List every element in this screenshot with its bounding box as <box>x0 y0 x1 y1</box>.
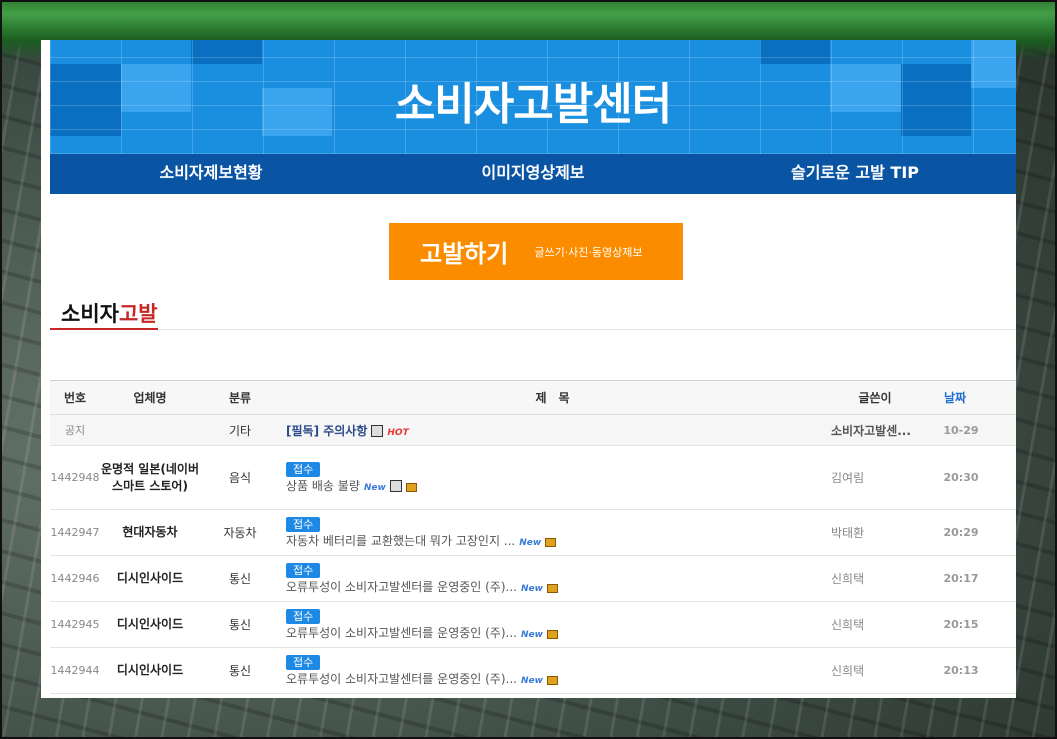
report-button-sub: 글쓰기·사진·동영상제보 <box>534 245 643 259</box>
row-company: 디시인사이드 <box>116 617 184 631</box>
row-writer: 신희택 <box>831 572 865 586</box>
site-banner[interactable]: 소비자고발센터 <box>50 40 1016 154</box>
section-underline <box>50 328 158 330</box>
row-category: 자동차 <box>223 526 257 540</box>
attachment-icon <box>371 425 384 437</box>
report-button[interactable]: 고발하기 글쓰기·사진·동영상제보 <box>389 223 683 280</box>
row-subject[interactable]: 접수오류투성이 소비자고발센터를 운영중인 (주)... New <box>280 654 831 687</box>
new-icon: New <box>520 675 543 686</box>
lock-icon <box>546 629 558 639</box>
row-no: 1442946 <box>50 572 100 585</box>
row-category: 통신 <box>228 572 252 586</box>
new-icon: New <box>520 629 543 640</box>
row-company: 디시인사이드 <box>116 571 184 585</box>
page-container: 소비자고발센터 소비자제보현황 이미지영상제보 슬기로운 고발 TIP 고발하기… <box>41 40 1016 698</box>
header-date[interactable]: 날짜 <box>925 389 985 406</box>
row-category: 기타 <box>228 423 252 438</box>
lock-icon <box>546 675 558 685</box>
row-subject-text[interactable]: 오류투성이 소비자고발센터를 운영중인 (주)... <box>286 672 517 686</box>
header-writer: 글쓴이 <box>858 391 892 405</box>
row-date: 20:17 <box>943 572 979 585</box>
notice-row[interactable]: 공지 기타 [필독] 주의사항 HOT 소비자고발센... 10-29 <box>50 415 1016 446</box>
row-writer: 소비자고발센... <box>831 423 911 438</box>
site-title: 소비자고발센터 <box>394 79 672 130</box>
lock-icon <box>546 583 558 593</box>
section-title-b: 고발 <box>118 302 158 326</box>
row-subject[interactable]: 접수오류투성이 소비자고발센터를 운영중인 (주)... New <box>280 562 831 595</box>
row-subject-text[interactable]: [필독] 주의사항 <box>286 424 367 438</box>
row-no: 1442945 <box>50 618 100 631</box>
row-company: 운명적 일본(네이버 스마트 스토어) <box>101 461 199 493</box>
row-no: 공지 <box>64 424 86 437</box>
row-date: 20:13 <box>943 664 979 677</box>
row-writer: 신희택 <box>831 664 865 678</box>
row-no: 1442947 <box>50 526 100 539</box>
hot-icon: HOT <box>387 427 409 438</box>
main-nav: 소비자제보현황 이미지영상제보 슬기로운 고발 TIP <box>50 154 1016 194</box>
section-title: 소비자고발 <box>61 298 158 328</box>
lock-icon <box>545 537 557 547</box>
row-no: 1442944 <box>50 664 100 677</box>
header-company: 업체명 <box>133 391 167 405</box>
row-subject[interactable]: 접수자동차 베터리를 교환했는대 뭐가 고장인지 ... New <box>280 516 831 549</box>
complaint-table: 번호 업체명 분류 제 목 글쓴이 날짜 공지 기타 [필독] 주의사항 HOT … <box>50 380 1016 694</box>
row-writer: 김여림 <box>831 471 865 485</box>
row-subject[interactable]: [필독] 주의사항 HOT <box>280 422 831 439</box>
row-subject-text[interactable]: 상품 배송 불량 <box>286 479 360 493</box>
report-button-label: 고발하기 <box>420 240 509 268</box>
status-badge: 접수 <box>286 654 321 670</box>
row-subject[interactable]: 접수오류투성이 소비자고발센터를 운영중인 (주)... New <box>280 608 831 641</box>
new-icon: New <box>363 482 386 493</box>
row-date: 20:30 <box>943 471 979 484</box>
table-row[interactable]: 1442948 운명적 일본(네이버 스마트 스토어) 음식 접수상품 배송 불… <box>50 446 1016 510</box>
row-subject-text[interactable]: 자동차 베터리를 교환했는대 뭐가 고장인지 ... <box>286 534 515 548</box>
new-icon: New <box>520 583 543 594</box>
new-icon: New <box>519 537 542 548</box>
row-writer: 신희택 <box>831 618 865 632</box>
table-row[interactable]: 1442945 디시인사이드 통신 접수오류투성이 소비자고발센터를 운영중인 … <box>50 602 1016 648</box>
status-badge: 접수 <box>286 516 321 532</box>
table-row[interactable]: 1442944 디시인사이드 통신 접수오류투성이 소비자고발센터를 운영중인 … <box>50 648 1016 694</box>
row-date: 20:15 <box>943 618 979 631</box>
table-row[interactable]: 1442947 현대자동차 자동차 접수자동차 베터리를 교환했는대 뭐가 고장… <box>50 510 1016 556</box>
nav-item-tips[interactable]: 슬기로운 고발 TIP <box>694 154 1016 194</box>
row-category: 음식 <box>228 471 252 485</box>
section-divider <box>50 329 1016 330</box>
row-subject-text[interactable]: 오류투성이 소비자고발센터를 운영중인 (주)... <box>286 580 517 594</box>
status-badge: 접수 <box>286 562 321 578</box>
row-no: 1442948 <box>50 471 100 484</box>
attachment-icon <box>389 480 402 492</box>
row-category: 통신 <box>228 664 252 678</box>
row-date: 20:29 <box>943 526 979 539</box>
row-writer: 박태환 <box>831 526 865 540</box>
lock-icon <box>405 482 417 492</box>
row-subject-text[interactable]: 오류투성이 소비자고발센터를 운영중인 (주)... <box>286 626 517 640</box>
row-company: 디시인사이드 <box>116 663 184 677</box>
nav-item-report-status[interactable]: 소비자제보현황 <box>50 154 372 194</box>
row-date: 10-29 <box>943 423 979 437</box>
section-title-a: 소비자 <box>61 302 119 326</box>
nav-item-image-video[interactable]: 이미지영상제보 <box>372 154 694 194</box>
header-category: 분류 <box>228 391 252 405</box>
header-subject: 제 목 <box>535 391 570 405</box>
row-category: 통신 <box>228 618 252 632</box>
header-no: 번호 <box>63 391 87 405</box>
status-badge: 접수 <box>286 461 321 477</box>
table-header: 번호 업체명 분류 제 목 글쓴이 날짜 <box>50 381 1016 415</box>
row-company: 현대자동차 <box>122 525 178 539</box>
row-subject[interactable]: 접수상품 배송 불량 New <box>280 461 831 494</box>
table-row[interactable]: 1442946 디시인사이드 통신 접수오류투성이 소비자고발센터를 운영중인 … <box>50 556 1016 602</box>
status-badge: 접수 <box>286 608 321 624</box>
